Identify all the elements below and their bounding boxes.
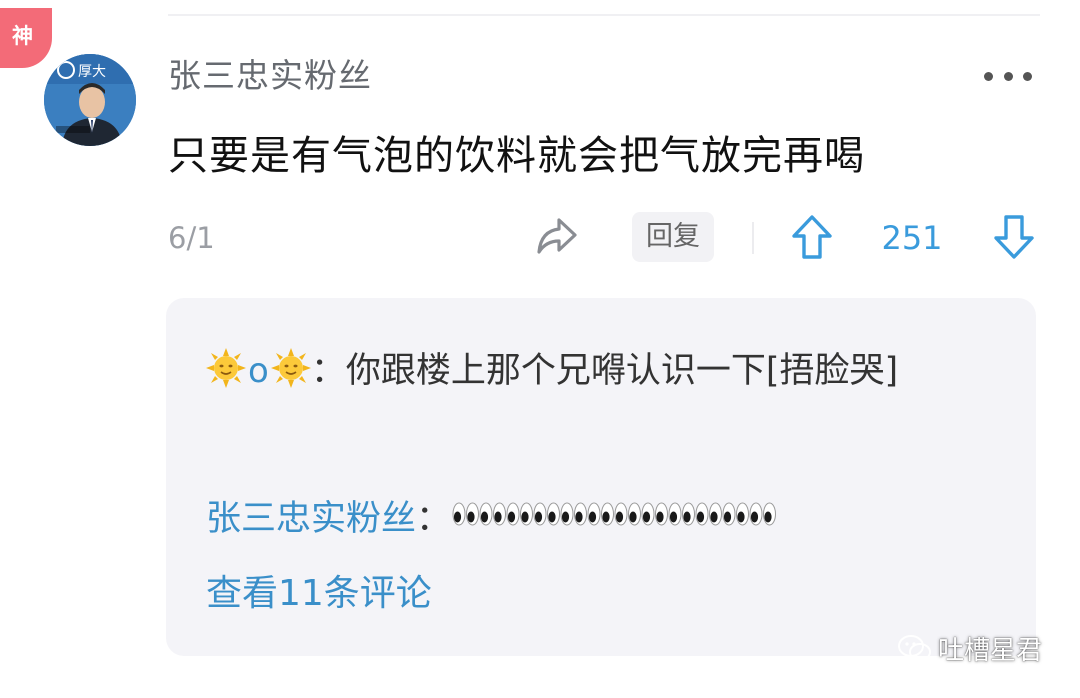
avatar[interactable]: 厚大 xyxy=(44,54,136,146)
watermark-label: 吐槽星君 xyxy=(937,636,1042,666)
eye-icon xyxy=(722,502,736,526)
reply-author[interactable]: 张三忠实粉丝 xyxy=(206,499,416,539)
eye-icon xyxy=(520,502,534,526)
eyes-emoji-icon xyxy=(452,502,777,526)
upvote-button[interactable] xyxy=(790,212,834,262)
arrow-down-icon xyxy=(994,215,1034,259)
more-dots-icon xyxy=(984,71,993,81)
share-button[interactable] xyxy=(533,212,581,260)
reply-button[interactable]: 回复 xyxy=(632,212,714,262)
eye-icon xyxy=(466,502,480,526)
eye-icon xyxy=(655,502,669,526)
vote-count: 251 xyxy=(881,219,943,257)
sun-face-emoji-icon xyxy=(270,348,311,388)
eye-icon xyxy=(641,502,655,526)
eye-icon xyxy=(749,502,763,526)
eye-icon xyxy=(668,502,682,526)
eye-icon xyxy=(479,502,493,526)
eye-icon xyxy=(452,502,466,526)
arrow-up-icon xyxy=(792,215,832,259)
eye-icon xyxy=(547,502,561,526)
reply-item: o ：你跟楼上那个兄嘚认识一下[捂脸哭] xyxy=(206,338,996,404)
eyes-emoji-row xyxy=(451,494,781,534)
sun-face-emoji-icon xyxy=(206,348,246,388)
eye-icon xyxy=(533,502,547,526)
god-comment-badge: 神 xyxy=(0,8,52,68)
more-options-button[interactable] xyxy=(984,60,1032,92)
wechat-icon xyxy=(897,634,931,661)
eye-icon xyxy=(709,502,723,526)
post-content: 只要是有气泡的饮料就会把气放完再喝 xyxy=(168,133,865,179)
svg-text:厚大: 厚大 xyxy=(78,64,106,80)
eye-icon xyxy=(506,502,520,526)
view-more-comments-link[interactable]: 查看11条评论 xyxy=(206,562,432,626)
reply-colon: ： xyxy=(310,351,346,391)
downvote-button[interactable] xyxy=(992,212,1036,262)
post-date: 6/1 xyxy=(168,221,215,255)
top-divider xyxy=(168,14,1040,16)
watermark: 吐槽星君 xyxy=(897,630,1042,667)
eye-icon xyxy=(493,502,507,526)
post-username[interactable]: 张三忠实粉丝 xyxy=(168,54,372,98)
eye-icon xyxy=(682,502,696,526)
eye-icon xyxy=(628,502,642,526)
eye-icon xyxy=(614,502,628,526)
eye-icon xyxy=(763,502,777,526)
divider xyxy=(752,222,754,254)
reply-author[interactable]: o xyxy=(206,348,311,391)
eye-icon xyxy=(695,502,709,526)
reply-item: 张三忠实粉丝： xyxy=(206,486,996,552)
reply-colon: ： xyxy=(416,499,452,539)
replies-panel: o ：你跟楼上那个兄嘚认识一下[捂脸哭] 张三忠实粉丝： 查看11条评论 xyxy=(166,298,1036,656)
eye-icon xyxy=(587,502,601,526)
eye-icon xyxy=(736,502,750,526)
eye-icon xyxy=(601,502,615,526)
eye-icon xyxy=(560,502,574,526)
share-arrow-icon xyxy=(537,218,577,254)
eye-icon xyxy=(574,502,588,526)
reply-text: 你跟楼上那个兄嘚认识一下[捂脸哭] xyxy=(345,351,899,391)
